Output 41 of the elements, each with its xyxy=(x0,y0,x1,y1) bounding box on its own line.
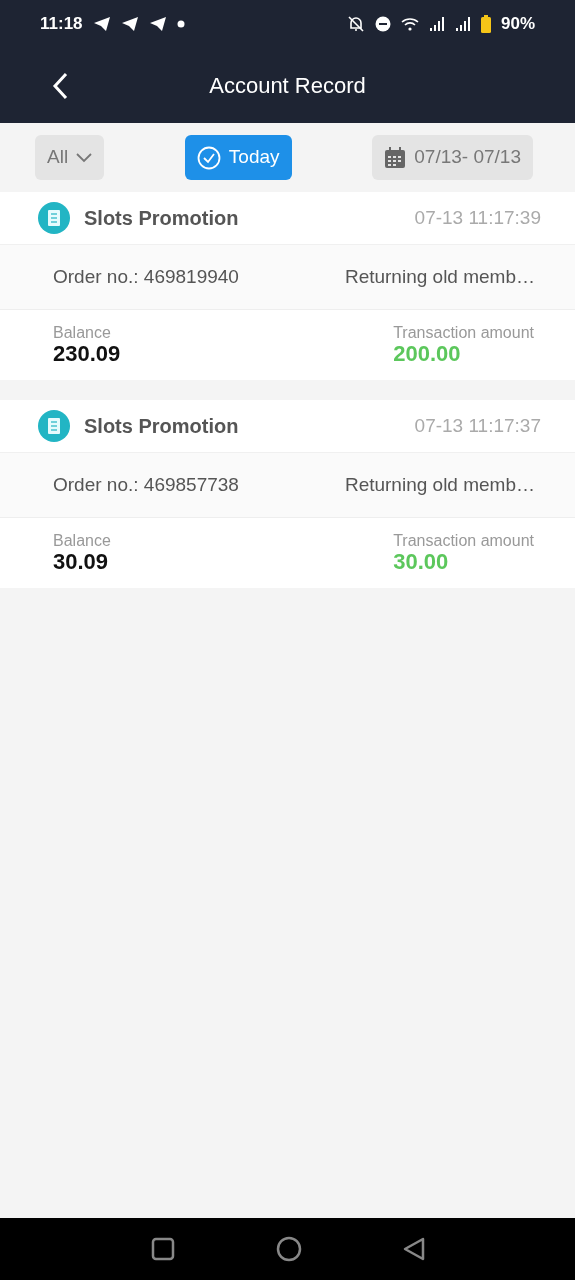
wifi-icon xyxy=(400,17,419,31)
receipt-icon xyxy=(38,202,70,234)
balance-label: Balance xyxy=(53,324,112,342)
record-note: Returning old memb… xyxy=(344,264,535,289)
telegram-icon xyxy=(92,16,111,32)
battery-percent: 90% xyxy=(500,13,535,36)
telegram-icon xyxy=(120,16,139,32)
bell-off-icon xyxy=(346,15,365,33)
filter-dropdown[interactable]: All xyxy=(35,135,105,180)
battery-icon xyxy=(480,15,491,33)
amount-label: Transaction amount xyxy=(393,324,534,342)
back-icon[interactable] xyxy=(52,72,68,100)
record-time: 07-13 11:17:39 xyxy=(414,205,541,230)
amount-value: 30.00 xyxy=(393,549,450,574)
signal-icon xyxy=(454,17,471,31)
telegram-icon xyxy=(148,16,167,32)
page-title: Account Record xyxy=(209,72,366,100)
signal-icon xyxy=(428,17,445,31)
today-button[interactable]: Today xyxy=(184,135,292,180)
amount-label: Transaction amount xyxy=(393,532,534,550)
balance-value: 30.09 xyxy=(53,549,110,574)
notification-dot-icon xyxy=(176,20,185,28)
order-number: Order no.: 469857738 xyxy=(53,472,239,497)
record-title: Slots Promotion xyxy=(84,414,239,439)
chevron-down-icon xyxy=(76,152,93,163)
record-note: Returning old memb… xyxy=(344,472,535,497)
back-nav-icon[interactable] xyxy=(402,1237,425,1261)
home-icon[interactable] xyxy=(275,1236,302,1262)
amount-value: 200.00 xyxy=(393,341,462,366)
record-time: 07-13 11:17:37 xyxy=(414,413,541,438)
calendar-icon xyxy=(384,146,407,169)
status-time: 11:18 xyxy=(40,13,83,36)
do-not-disturb-icon xyxy=(374,16,391,32)
receipt-icon xyxy=(38,410,70,442)
balance-label: Balance xyxy=(53,532,111,550)
order-number: Order no.: 469819940 xyxy=(53,264,239,289)
record-title: Slots Promotion xyxy=(84,206,239,231)
check-circle-icon xyxy=(196,145,221,170)
balance-value: 230.09 xyxy=(53,341,121,366)
recent-apps-icon[interactable] xyxy=(150,1237,175,1261)
date-range-button[interactable]: 07/13- 07/13 xyxy=(372,135,533,180)
